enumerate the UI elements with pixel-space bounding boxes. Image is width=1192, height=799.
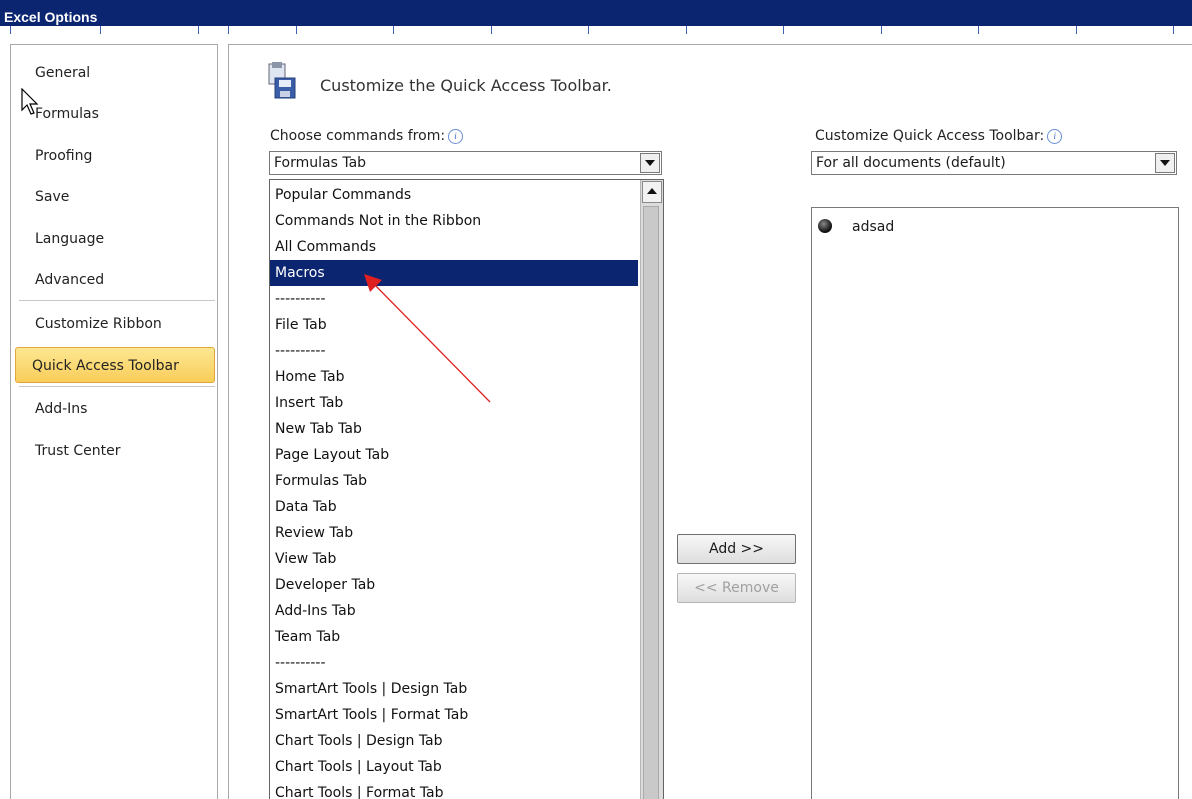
remove-button[interactable]: << Remove [677, 573, 796, 603]
qat-item-label: adsad [852, 219, 895, 235]
dropdown-option[interactable]: Data Tab [270, 494, 638, 520]
commands-dropdown-list[interactable]: Popular Commands Commands Not in the Rib… [269, 179, 664, 799]
add-button[interactable]: Add >> [677, 534, 796, 564]
dropdown-option[interactable]: Chart Tools | Layout Tab [270, 754, 638, 780]
title-bar: Excel Options [0, 0, 1192, 34]
dropdown-scrollbar[interactable] [640, 180, 663, 799]
nav-item-save[interactable]: Save [11, 179, 215, 215]
dropdown-separator: ---------- [275, 655, 326, 671]
info-icon: i [448, 129, 464, 144]
dropdown-option[interactable]: Page Layout Tab [270, 442, 638, 468]
dropdown-option[interactable]: All Commands [270, 234, 638, 260]
quick-access-toolbar-icon [268, 62, 296, 99]
dropdown-option[interactable]: Chart Tools | Format Tab [270, 780, 638, 799]
nav-item-proofing[interactable]: Proofing [11, 138, 215, 174]
nav-item-quick-access-toolbar[interactable]: Quick Access Toolbar [15, 347, 215, 383]
chevron-down-icon[interactable] [640, 153, 660, 173]
dropdown-option[interactable]: File Tab [270, 312, 638, 338]
dropdown-option[interactable]: Popular Commands [270, 182, 638, 208]
dropdown-option[interactable]: SmartArt Tools | Format Tab [270, 702, 638, 728]
nav-item-formulas[interactable]: Formulas [11, 96, 215, 132]
dropdown-separator: ---------- [275, 291, 326, 307]
dropdown-option[interactable]: Add-Ins Tab [270, 598, 638, 624]
dropdown-option[interactable]: Formulas Tab [270, 468, 638, 494]
dropdown-option[interactable]: Home Tab [270, 364, 638, 390]
dropdown-option[interactable]: Insert Tab [270, 390, 638, 416]
qat-command-list[interactable]: adsad [811, 207, 1179, 799]
customize-qat-dropdown[interactable]: For all documents (default) [811, 151, 1177, 175]
dropdown-option[interactable]: SmartArt Tools | Design Tab [270, 676, 638, 702]
dropdown-option-selected[interactable]: Macros [270, 260, 638, 286]
dropdown-option[interactable]: Team Tab [270, 624, 638, 650]
info-icon: i [1047, 129, 1063, 144]
scrollbar-thumb[interactable] [643, 206, 659, 799]
dropdown-option[interactable]: New Tab Tab [270, 416, 638, 442]
dropdown-option[interactable]: Developer Tab [270, 572, 638, 598]
mouse-cursor-icon [21, 88, 39, 115]
customize-qat-label: Customize Quick Access Toolbar: i [815, 128, 1063, 144]
macro-ball-icon [818, 219, 832, 233]
dropdown-option[interactable]: Review Tab [270, 520, 638, 546]
dropdown-option[interactable]: Commands Not in the Ribbon [270, 208, 638, 234]
choose-commands-label-text: Choose commands from: [270, 128, 446, 144]
choose-commands-dropdown[interactable]: Formulas Tab [269, 151, 662, 175]
nav-item-general[interactable]: General [11, 55, 215, 91]
scroll-up-icon[interactable] [642, 181, 662, 203]
dropdown-option[interactable]: Chart Tools | Design Tab [270, 728, 638, 754]
nav-item-customize-ribbon[interactable]: Customize Ribbon [11, 306, 215, 342]
nav-item-add-ins[interactable]: Add-Ins [11, 391, 215, 427]
title-bar-ruler [0, 26, 1192, 34]
customize-qat-value: For all documents (default) [816, 155, 1006, 171]
nav-item-trust-center[interactable]: Trust Center [11, 433, 215, 469]
nav-item-advanced[interactable]: Advanced [11, 262, 215, 298]
nav-separator [19, 300, 215, 301]
nav-item-language[interactable]: Language [11, 221, 215, 257]
chevron-down-icon[interactable] [1155, 153, 1175, 173]
page-title: Customize the Quick Access Toolbar. [320, 76, 612, 95]
choose-commands-label: Choose commands from: i [270, 128, 464, 144]
dropdown-option[interactable]: View Tab [270, 546, 638, 572]
nav-separator [19, 386, 215, 387]
choose-commands-value: Formulas Tab [274, 155, 367, 171]
customize-qat-label-text: Customize Quick Access Toolbar: [815, 128, 1045, 144]
window-title: Excel Options [4, 9, 98, 25]
options-nav: General Formulas Proofing Save Language … [10, 44, 218, 799]
list-item[interactable]: adsad [818, 216, 894, 238]
dropdown-separator: ---------- [275, 343, 326, 359]
